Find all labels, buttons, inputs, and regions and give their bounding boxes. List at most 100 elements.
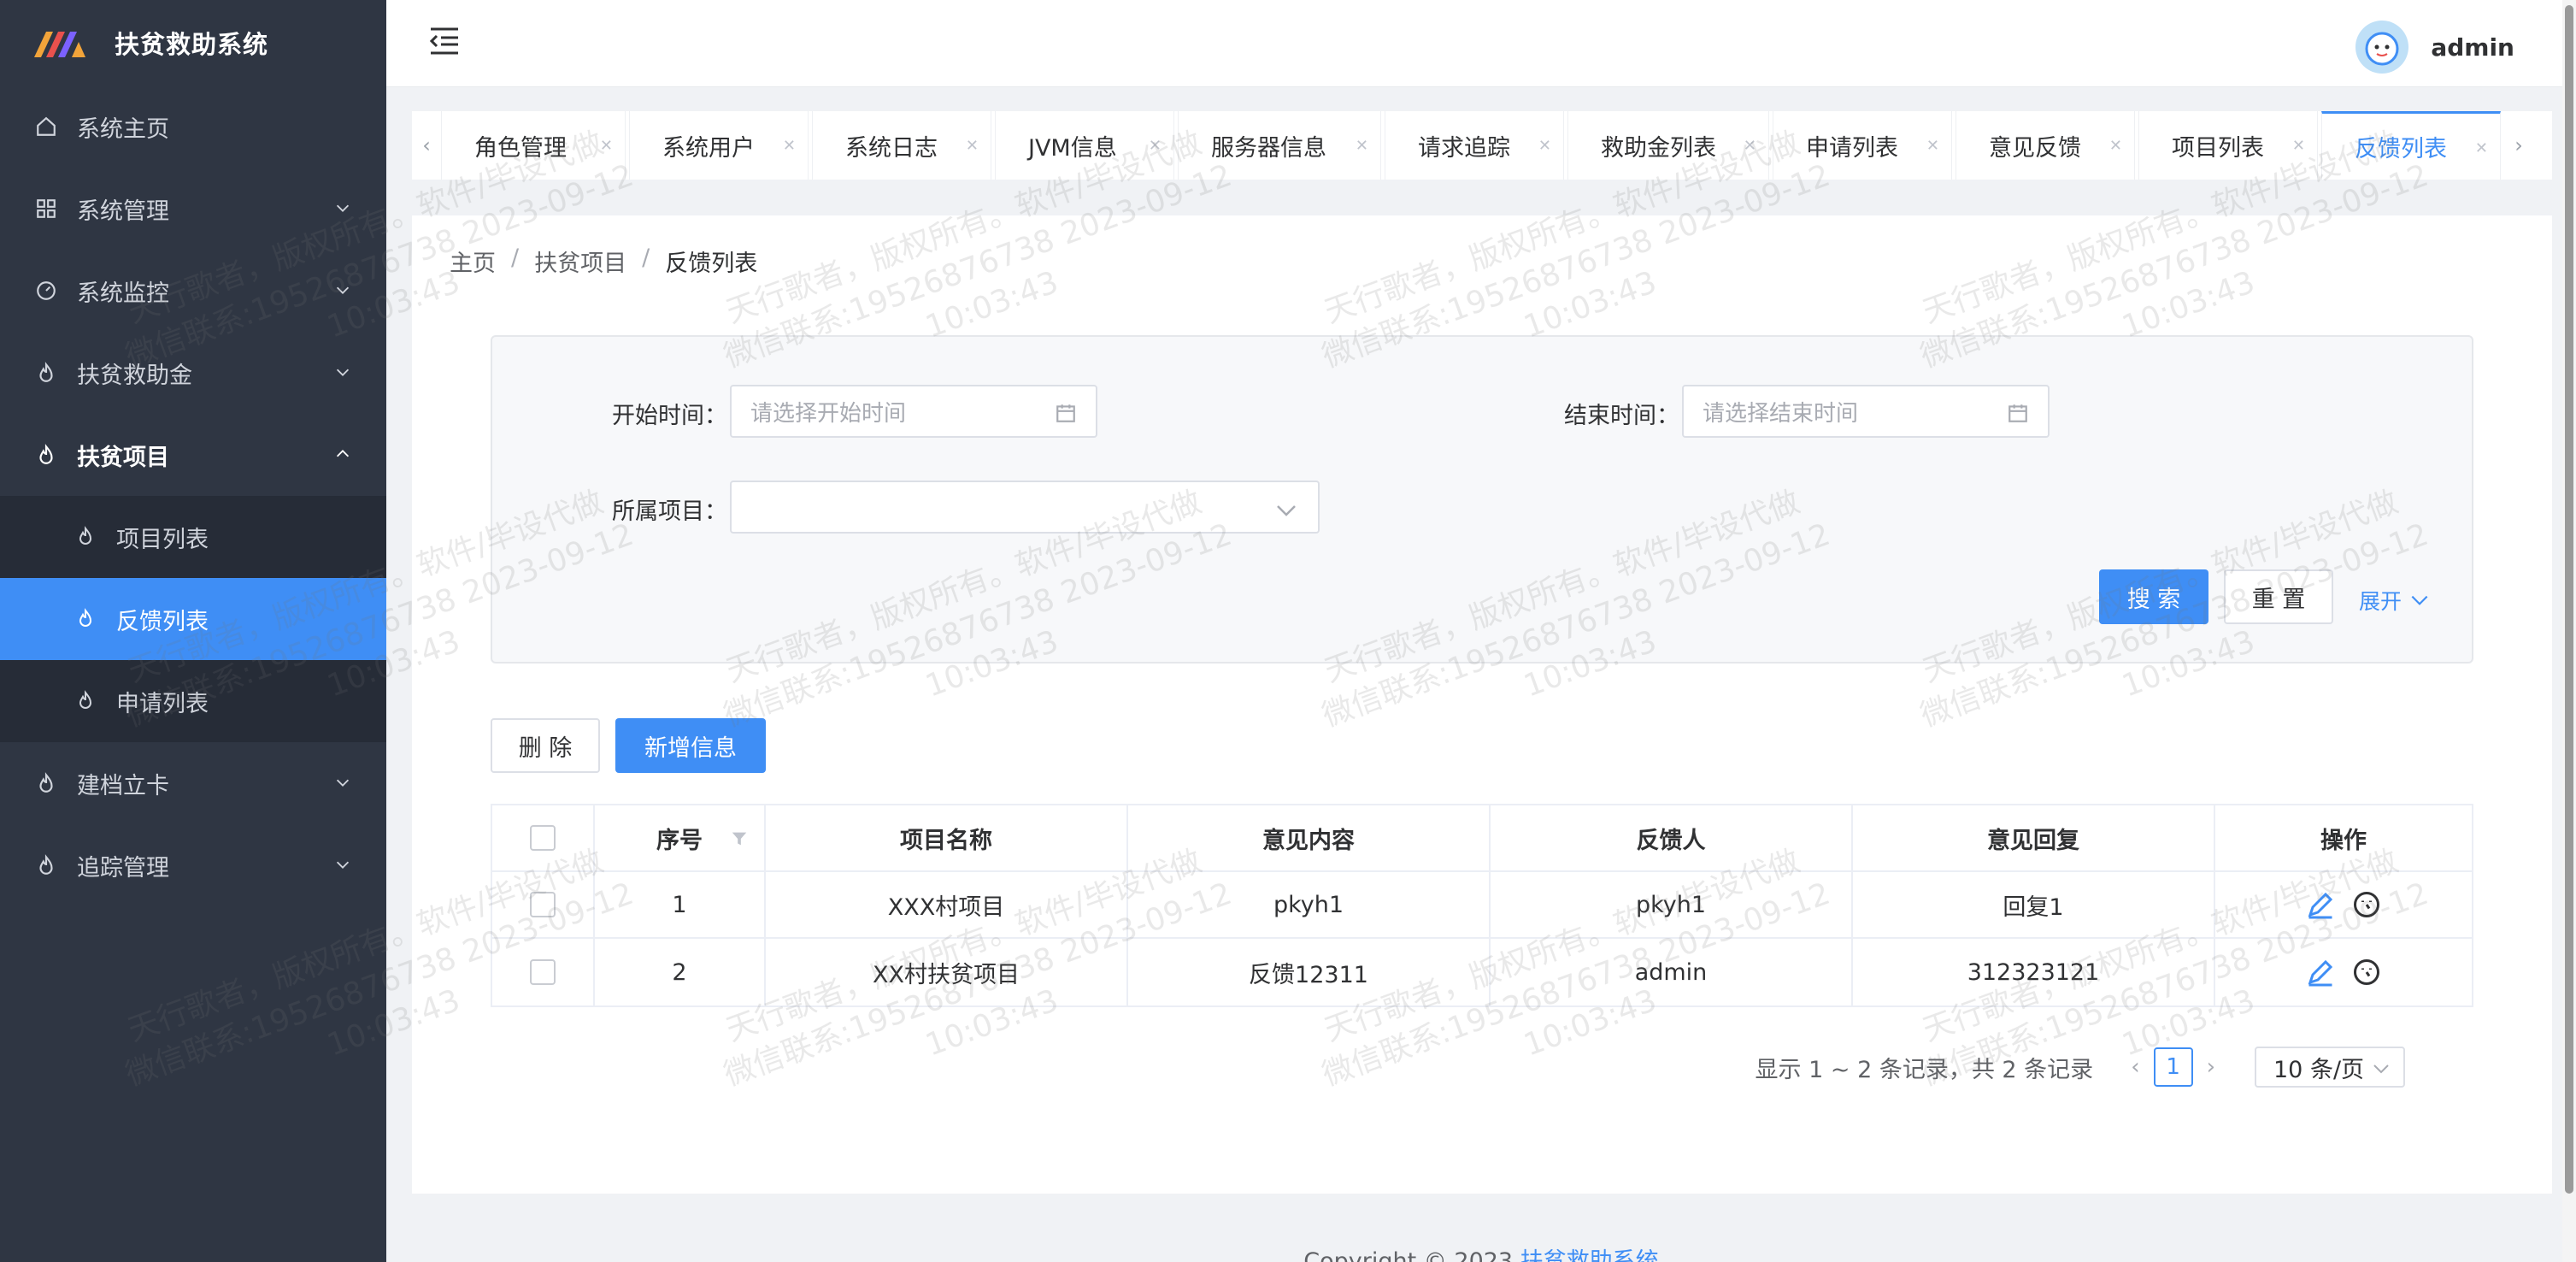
filter-icon[interactable] xyxy=(730,829,749,848)
close-icon[interactable]: ✕ xyxy=(600,137,613,155)
flame-icon xyxy=(34,361,58,385)
table-header: 序号 项目名称 意见内容 反馈人 意见回复 操作 xyxy=(492,805,2472,872)
page-size-select[interactable]: 10 条/页 xyxy=(2255,1047,2405,1088)
page-number[interactable]: 1 xyxy=(2153,1047,2193,1087)
cell-reply: 312323121 xyxy=(1853,939,2215,1005)
tabs-bar: ‹ 角色管理 ✕ 系统用户 ✕ 系统日志 ✕ JVM信息 ✕ 服务器信息 ✕ 请求追踪 ✕ … xyxy=(412,111,2552,180)
close-icon[interactable]: ✕ xyxy=(783,137,796,155)
footer-link[interactable]: 扶贫救助系统 xyxy=(1520,1248,1659,1262)
tab-fund-list[interactable]: 救助金列表 ✕ xyxy=(1567,111,1769,180)
tab-label: JVM信息 xyxy=(1028,134,1117,162)
sidebar-subitem-label: 项目列表 xyxy=(116,526,209,553)
feedback-table: 序号 项目名称 意见内容 反馈人 意见回复 操作 1 XXX村项目 pkyh1 … xyxy=(491,804,2473,1007)
row-checkbox[interactable] xyxy=(530,892,556,917)
col-content: 意见内容 xyxy=(1128,805,1491,870)
delete-button[interactable]: 删 除 xyxy=(491,718,600,773)
expand-button[interactable]: 展开 xyxy=(2359,585,2431,616)
search-button[interactable]: 搜 索 xyxy=(2099,569,2208,624)
clock-icon[interactable] xyxy=(2351,889,2382,920)
prev-page-icon[interactable]: ‹ xyxy=(2131,1054,2139,1080)
col-index[interactable]: 序号 xyxy=(595,805,766,870)
breadcrumb-item[interactable]: 扶贫项目 xyxy=(534,245,626,278)
reset-button[interactable]: 重 置 xyxy=(2224,569,2333,624)
project-select[interactable] xyxy=(730,481,1320,534)
add-button[interactable]: 新增信息 xyxy=(615,718,766,773)
sidebar-item-archive[interactable]: 建档立卡 xyxy=(0,742,386,824)
scrollbar-thumb[interactable] xyxy=(2565,5,2573,1194)
start-time-input[interactable]: 请选择开始时间 xyxy=(730,385,1097,438)
start-time-placeholder: 请选择开始时间 xyxy=(750,400,907,427)
close-icon[interactable]: ✕ xyxy=(966,137,979,155)
sidebar-subitem-feedback-list[interactable]: 反馈列表 xyxy=(0,578,386,660)
pagination-summary: 显示 1 ~ 2 条记录，共 2 条记录 xyxy=(1755,1056,2094,1083)
cell-project: XXX村项目 xyxy=(766,872,1128,937)
sidebar-subitem-project-list[interactable]: 项目列表 xyxy=(0,496,386,578)
submenu-project: 项目列表 反馈列表 申请列表 xyxy=(0,496,386,742)
chevron-down-icon xyxy=(1277,505,1296,516)
sidebar-item-monitor[interactable]: 系统监控 xyxy=(0,250,386,332)
close-icon[interactable]: ✕ xyxy=(1926,137,1939,155)
close-icon[interactable]: ✕ xyxy=(1149,137,1162,155)
calendar-icon xyxy=(1056,404,1075,422)
tab-apply-list[interactable]: 申请列表 ✕ xyxy=(1773,111,1952,180)
page-scrollbar[interactable] xyxy=(2562,0,2576,1262)
col-actions: 操作 xyxy=(2320,827,2367,854)
sidebar-item-home[interactable]: 系统主页 xyxy=(0,86,386,168)
avatar[interactable] xyxy=(2355,21,2409,74)
table-row: 1 XXX村项目 pkyh1 pkyh1 回复1 xyxy=(492,872,2472,939)
clock-icon[interactable] xyxy=(2351,957,2382,988)
cell-actions xyxy=(2215,872,2472,937)
close-icon[interactable]: ✕ xyxy=(2475,139,2488,157)
tab-feedback-list[interactable]: 反馈列表 ✕ xyxy=(2321,111,2501,180)
close-icon[interactable]: ✕ xyxy=(2109,137,2122,155)
edit-icon[interactable] xyxy=(2305,957,2336,988)
sidebar-item-system[interactable]: 系统管理 xyxy=(0,168,386,250)
tab-trace[interactable]: 请求追踪 ✕ xyxy=(1385,111,1564,180)
close-icon[interactable]: ✕ xyxy=(1538,137,1551,155)
breadcrumb-item[interactable]: 主页 xyxy=(450,245,496,278)
close-icon[interactable]: ✕ xyxy=(2292,137,2305,155)
tab-server[interactable]: 服务器信息 ✕ xyxy=(1178,111,1381,180)
cell-reply: 回复1 xyxy=(1853,872,2215,937)
tab-label: 项目列表 xyxy=(2172,134,2264,162)
cell-content: 反馈12311 xyxy=(1128,939,1491,1005)
close-icon[interactable]: ✕ xyxy=(1356,137,1368,155)
top-header: admin xyxy=(386,0,2576,87)
grid-icon xyxy=(34,197,58,221)
brand: 扶贫救助系统 xyxy=(0,0,386,86)
menu-fold-icon[interactable] xyxy=(427,24,462,58)
footer: Copyright © 2023 扶贫救助系统 xyxy=(386,1238,2576,1262)
row-checkbox[interactable] xyxy=(530,959,556,985)
avatar-icon xyxy=(2365,32,2399,66)
tab-opinion[interactable]: 意见反馈 ✕ xyxy=(1956,111,2135,180)
tab-label: 救助金列表 xyxy=(1601,134,1716,162)
flame-icon xyxy=(75,690,97,712)
tab-scroll-left[interactable]: ‹ xyxy=(412,111,441,180)
sidebar-item-label: 扶贫救助金 xyxy=(77,362,192,389)
tab-log[interactable]: 系统日志 ✕ xyxy=(812,111,991,180)
select-all-cell xyxy=(492,805,595,870)
chevron-down-icon xyxy=(336,779,350,787)
user-menu[interactable]: admin xyxy=(2355,21,2514,74)
tab-project-list[interactable]: 项目列表 ✕ xyxy=(2138,111,2318,180)
flame-icon xyxy=(75,608,97,630)
tags-view: ‹ 角色管理 ✕ 系统用户 ✕ 系统日志 ✕ JVM信息 ✕ 服务器信息 ✕ 请求追踪 ✕ … xyxy=(386,87,2576,215)
sidebar-subitem-apply-list[interactable]: 申请列表 xyxy=(0,660,386,742)
sidebar-item-tracking[interactable]: 追踪管理 xyxy=(0,824,386,906)
end-time-input[interactable]: 请选择结束时间 xyxy=(1682,385,2050,438)
tab-scroll-right[interactable]: › xyxy=(2504,111,2533,180)
select-all-checkbox[interactable] xyxy=(530,825,556,851)
next-page-icon[interactable]: › xyxy=(2207,1054,2215,1080)
sidebar-item-fund[interactable]: 扶贫救助金 xyxy=(0,332,386,414)
pagination: 显示 1 ~ 2 条记录，共 2 条记录 ‹ 1 › 10 条/页 xyxy=(1756,1047,2405,1088)
tab-label: 申请列表 xyxy=(1806,134,1898,162)
tab-role[interactable]: 角色管理 ✕ xyxy=(441,111,626,180)
tab-jvm[interactable]: JVM信息 ✕ xyxy=(995,111,1174,180)
sidebar-item-project[interactable]: 扶贫项目 xyxy=(0,414,386,496)
table-row: 2 XX村扶贫项目 反馈12311 admin 312323121 xyxy=(492,939,2472,1005)
sidebar-item-label: 追踪管理 xyxy=(77,854,169,882)
row-select-cell xyxy=(492,872,595,937)
tab-user[interactable]: 系统用户 ✕ xyxy=(629,111,809,180)
edit-icon[interactable] xyxy=(2305,889,2336,920)
close-icon[interactable]: ✕ xyxy=(1744,137,1756,155)
